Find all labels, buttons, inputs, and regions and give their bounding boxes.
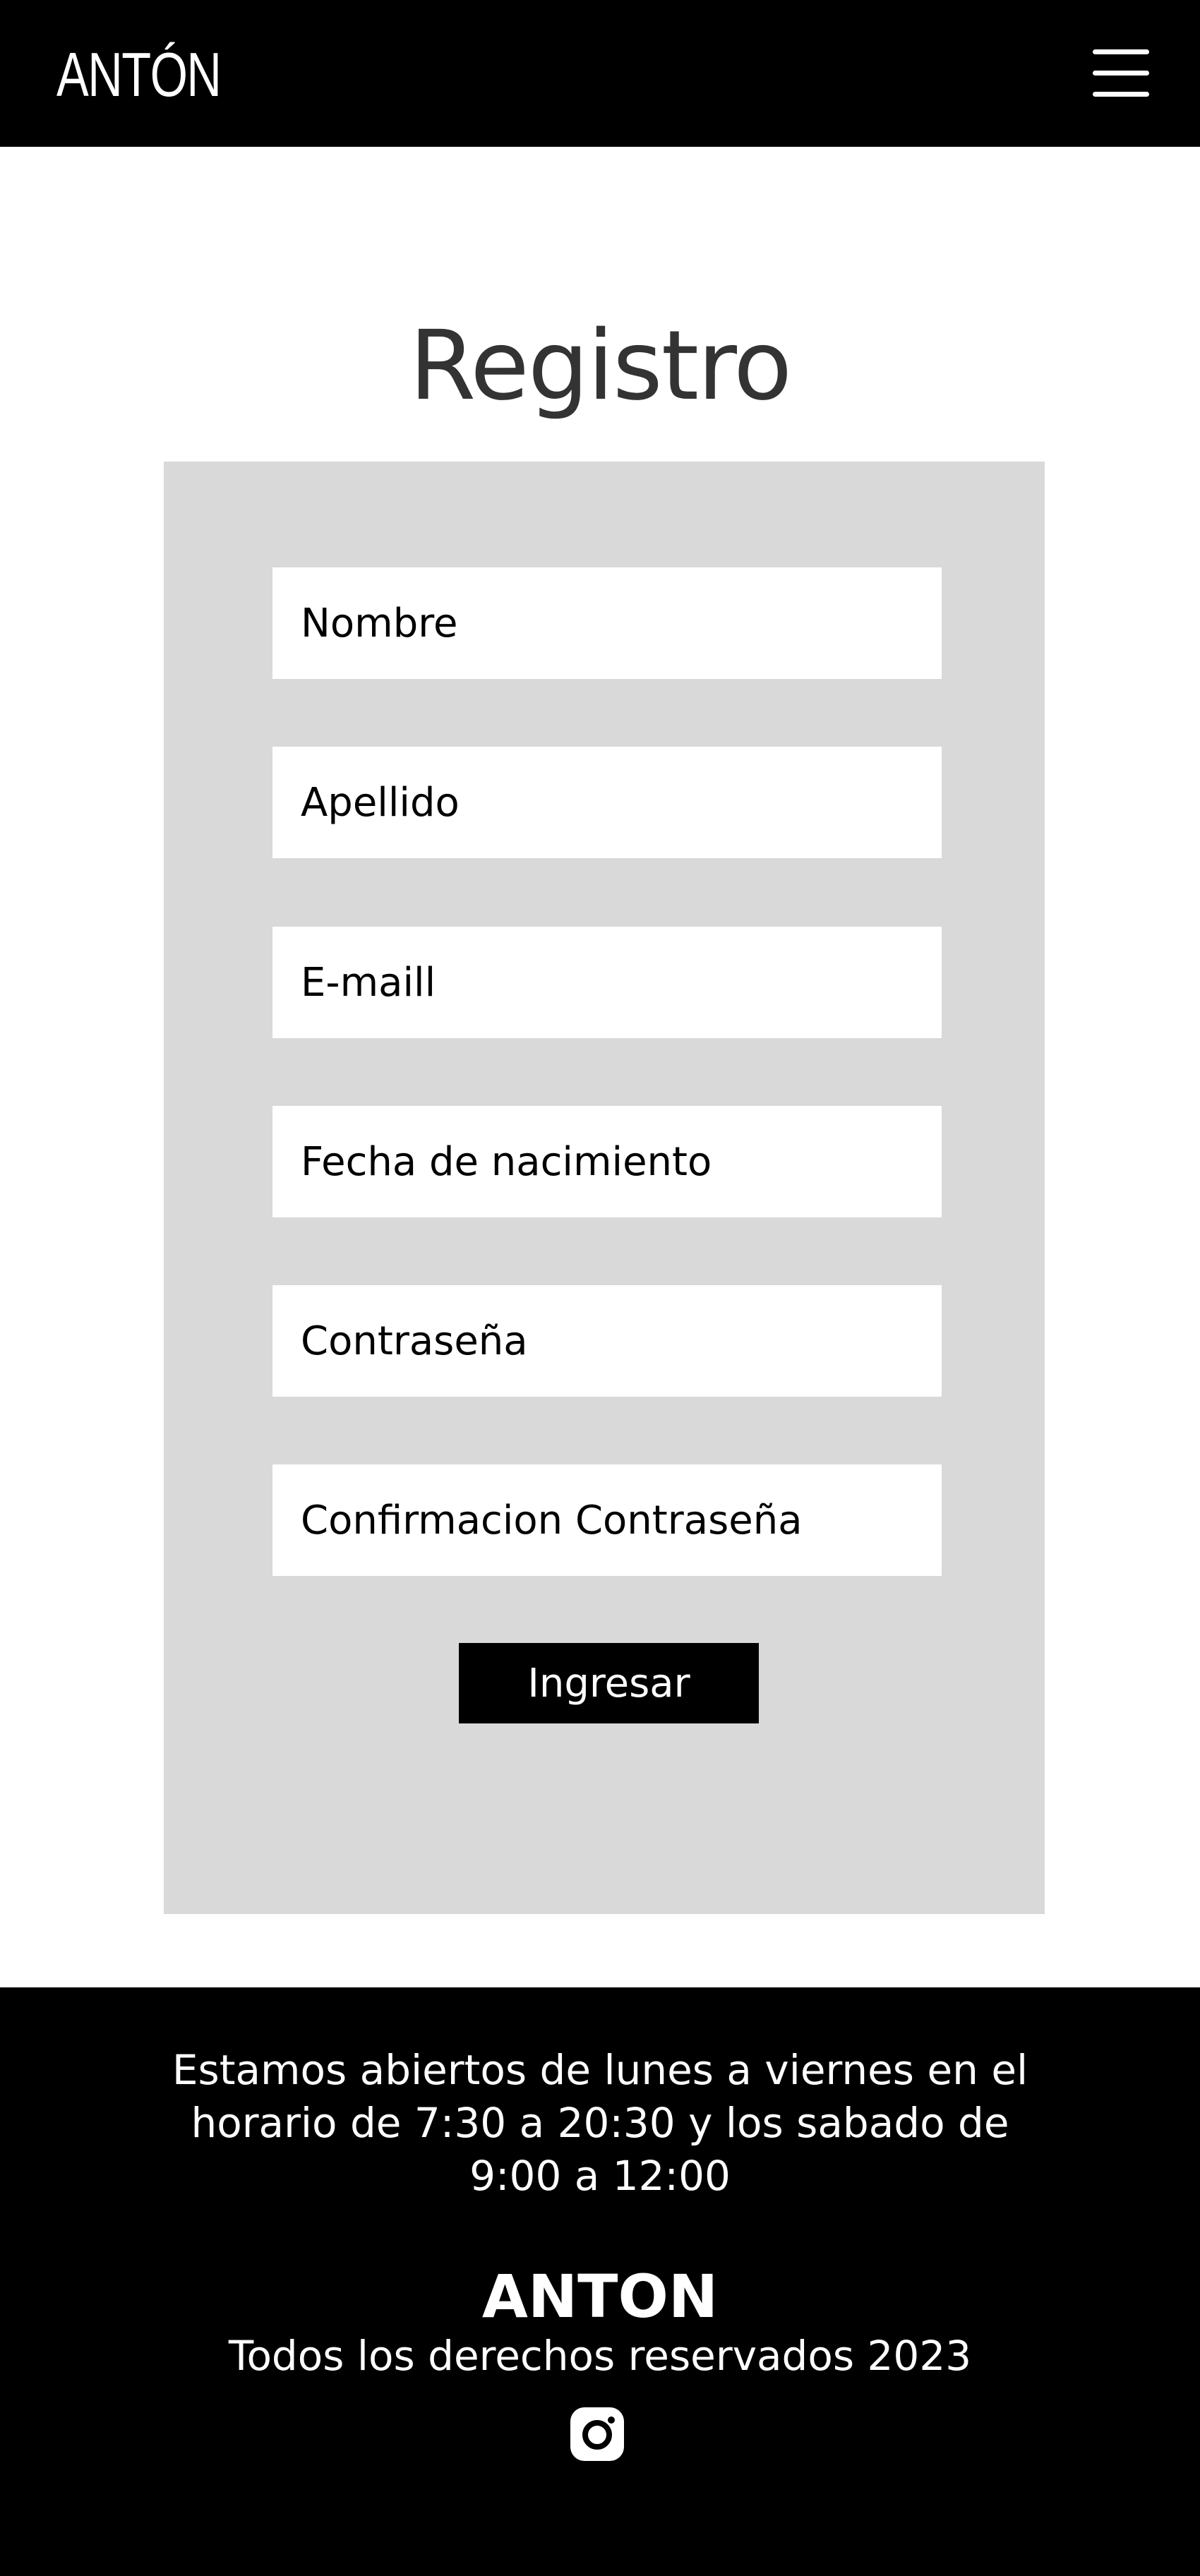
last-name-field[interactable] [272, 747, 942, 858]
copyright-text: Todos los derechos reservados 2023 [228, 2332, 972, 2380]
site-logo[interactable]: ANTÓN [56, 44, 222, 106]
hamburger-menu-icon[interactable] [1093, 48, 1149, 97]
instagram-icon[interactable] [569, 2406, 625, 2462]
password-field[interactable] [272, 1285, 942, 1397]
first-name-field[interactable] [272, 567, 942, 679]
confirm-password-field[interactable] [272, 1464, 942, 1576]
opening-hours-text: Estamos abiertos de lunes a viernes en e… [172, 2046, 1028, 2200]
page-title: Registro [409, 311, 792, 422]
birthdate-field[interactable] [272, 1106, 942, 1217]
footer-brand: ANTON [481, 2262, 719, 2331]
site-header: ANTÓN [0, 0, 1200, 147]
site-footer: Estamos abiertos de lunes a viernes en e… [0, 1987, 1200, 2576]
menu-bar [1093, 71, 1149, 76]
submit-button[interactable]: Ingresar [459, 1643, 759, 1723]
menu-bar [1093, 49, 1149, 54]
menu-bar [1093, 92, 1149, 97]
email-field[interactable] [272, 927, 942, 1038]
